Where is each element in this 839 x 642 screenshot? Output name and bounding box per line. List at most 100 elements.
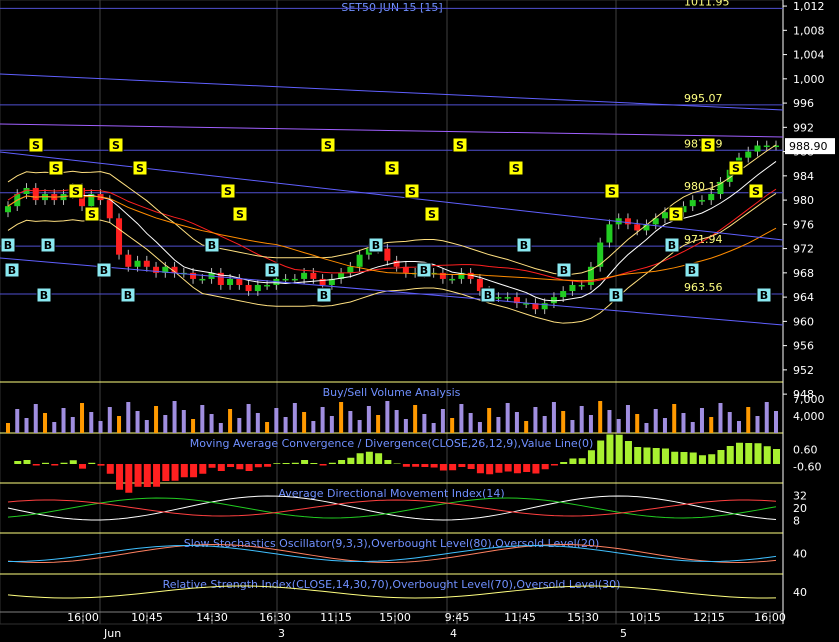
candle-body [291,278,298,281]
macd-bar [264,464,272,467]
sell-signal: S [68,183,84,199]
volume-bar [746,407,751,433]
volume-bar [505,403,510,433]
macd-bar [578,458,586,464]
candle-body [236,278,243,285]
buy-signal-letter: B [4,239,12,252]
buy-signal-letter: B [44,239,52,252]
level-label: 980.11 [684,180,723,193]
candle-body [125,254,132,267]
sell-signal-letter: S [456,139,464,152]
volume-bar [727,412,732,433]
macd-bar [476,464,484,474]
macd-bar [88,462,96,464]
candle-body [301,272,308,279]
time-tick-label: 16:30 [259,611,291,624]
volume-bar [468,413,473,433]
price-tick-label: 992 [793,121,814,134]
last-price-label: 988.90 [789,140,828,153]
macd-bar [32,464,40,466]
volume-bar [366,406,371,433]
volume-bar [255,413,260,433]
volume-bar [635,414,640,433]
level-label: 1011.95 [684,0,730,8]
candle-body [310,272,317,279]
macd-bar [504,464,512,472]
volume-bar [172,401,177,433]
macd-bar [328,462,336,464]
sell-signal-letter: S [32,139,40,152]
candle-body [708,194,715,201]
candle-body [384,248,391,261]
volume-bar [570,420,575,433]
volume-bar [98,421,103,433]
volume-bar [283,417,288,433]
volume-bar [320,407,325,433]
macd-bar [291,462,299,464]
candle-body [449,278,456,281]
sell-signal: S [132,160,148,176]
macd-bar [116,464,124,490]
volume-bar [181,410,186,433]
volume-bar [774,411,778,433]
price-tick-label: 996 [793,97,814,110]
macd-bar [754,443,762,464]
buy-signal-letter: B [484,289,492,302]
volume-bar [477,422,482,433]
candle-body [106,200,113,219]
date-label: 5 [620,627,627,640]
sell-signal: S [508,160,524,176]
macd-bar [199,464,207,474]
sell-signal: S [220,183,236,199]
candle-body [634,224,641,231]
candle-body [745,151,752,158]
macd-bar [402,464,410,467]
volume-bar [413,405,418,433]
buy-signal: B [36,287,52,303]
panel-title: Relative Strength Index(CLOSE,14,30,70),… [163,578,621,591]
sell-signal-letter: S [732,162,740,175]
buy-signal-letter: B [268,264,276,277]
candle-body [116,218,123,255]
time-tick-label: 9:45 [445,611,470,624]
candle-body [143,260,150,267]
plot-frame [0,0,784,625]
volume-bar [718,403,723,433]
macd-bar [560,462,568,464]
buy-signal-letter: B [668,239,676,252]
candle-body [199,278,206,281]
sell-signal-letter: S [88,208,96,221]
buy-signal-letter: B [320,289,328,302]
sell-signal-letter: S [52,162,60,175]
candle-body [550,297,557,304]
volume-bar [15,409,20,433]
macd-bar [153,464,161,487]
buy-signal-letter: B [100,264,108,277]
macd-bar [763,446,771,464]
sell-signal-letter: S [512,162,520,175]
volume-bar [61,408,66,433]
macd-bar [680,452,688,464]
candle-body [624,218,631,225]
price-tick-label: 952 [793,364,814,377]
macd-bar [773,449,780,464]
sell-signal: S [28,137,44,153]
volume-bar [524,421,529,433]
volume-bar [135,411,140,433]
macd-bar [735,442,743,464]
buy-signal: B [120,287,136,303]
macd-bar [624,441,632,464]
candle-body [754,145,761,152]
macd-bar [319,464,327,466]
candle-body [32,187,39,201]
level-label: 963.56 [684,281,723,294]
sell-signal-letter: S [704,139,712,152]
macd-bar [671,451,679,464]
volume-bar [579,406,584,433]
buy-signal-letter: B [372,239,380,252]
volume-bar [533,407,538,433]
macd-bar [615,434,623,464]
volume-bar [496,417,501,433]
macd-bar [69,460,77,464]
sell-signal: S [604,183,620,199]
